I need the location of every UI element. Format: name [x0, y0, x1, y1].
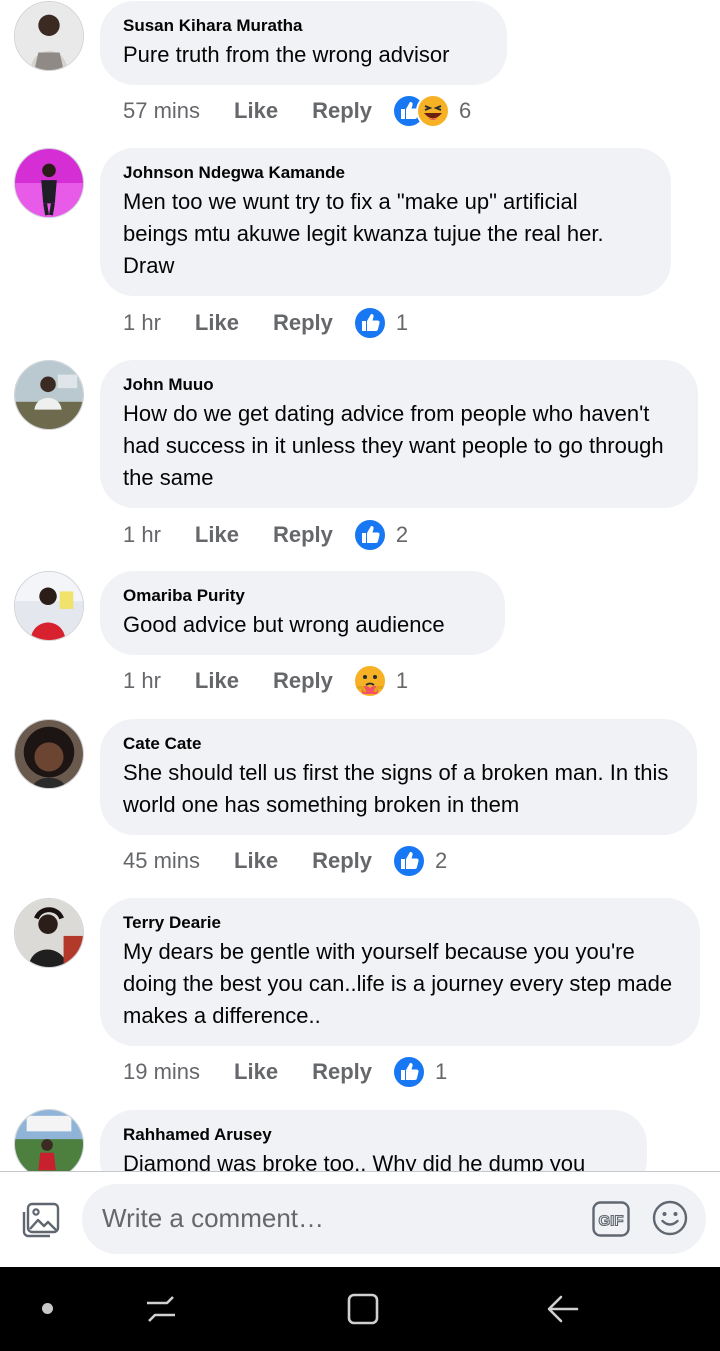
comment-text: Good advice but wrong audience — [123, 612, 445, 637]
reply-action[interactable]: Reply — [312, 98, 372, 124]
comment-meta: 45 mins Like Reply 2 — [123, 843, 447, 879]
comment-text: Pure truth from the wrong advisor — [123, 42, 450, 67]
comment-author[interactable]: Johnson Ndegwa Kamande — [123, 163, 648, 183]
nav-indicator-dot — [42, 1303, 53, 1314]
comment-list: Susan Kihara Muratha Pure truth from the… — [0, 0, 720, 1171]
comment-author[interactable]: Susan Kihara Muratha — [123, 16, 484, 36]
reaction-summary[interactable]: 1 — [392, 1055, 447, 1089]
reaction-summary[interactable]: 2 — [352, 518, 409, 552]
comment-meta: 19 mins Like Reply 1 — [123, 1054, 447, 1090]
comment-author[interactable]: John Muuo — [123, 375, 675, 395]
care-icon — [352, 664, 387, 698]
avatar[interactable] — [14, 360, 84, 430]
comment-text: She should tell us first the signs of a … — [123, 760, 669, 817]
gif-label: GIF — [599, 1213, 624, 1230]
emoji-icon[interactable] — [652, 1200, 688, 1236]
system-navigation-bar — [0, 1267, 720, 1351]
avatar[interactable] — [14, 719, 84, 789]
comment-time[interactable]: 19 mins — [123, 1059, 200, 1085]
comment-bubble[interactable]: Johnson Ndegwa Kamande Men too we wunt t… — [100, 148, 671, 296]
comment-time[interactable]: 1 hr — [123, 668, 161, 694]
like-action[interactable]: Like — [195, 310, 239, 336]
avatar[interactable] — [14, 898, 84, 968]
like-action[interactable]: Like — [195, 668, 239, 694]
haha-icon — [416, 94, 450, 128]
reaction-count: 2 — [435, 848, 448, 873]
comment-bubble[interactable]: Rahhamed Arusey Diamond was broke too.. … — [100, 1110, 647, 1171]
comment-author[interactable]: Terry Dearie — [123, 913, 677, 933]
like-action[interactable]: Like — [234, 98, 278, 124]
reaction-summary[interactable]: 1 — [352, 664, 409, 698]
like-icon — [392, 844, 426, 878]
reply-action[interactable]: Reply — [273, 668, 333, 694]
comment-bubble[interactable]: Terry Dearie My dears be gentle with you… — [100, 898, 700, 1046]
reaction-count: 1 — [395, 310, 409, 335]
avatar[interactable] — [14, 1, 84, 71]
reaction-summary[interactable]: 1 — [352, 306, 409, 340]
comment-text: Men too we wunt try to fix a "make up" a… — [123, 189, 604, 278]
like-action[interactable]: Like — [234, 848, 278, 874]
comment-author[interactable]: Rahhamed Arusey — [123, 1125, 624, 1145]
recent-apps-icon[interactable] — [143, 1291, 179, 1327]
avatar[interactable] — [14, 571, 84, 641]
photo-icon[interactable] — [22, 1202, 60, 1238]
comment-input[interactable]: Write a comment… GIF — [82, 1184, 706, 1254]
comment-time[interactable]: 45 mins — [123, 848, 200, 874]
reaction-summary[interactable]: 2 — [392, 844, 447, 878]
reaction-count: 2 — [395, 522, 409, 547]
comment-time[interactable]: 1 hr — [123, 310, 161, 336]
comment-bubble[interactable]: Cate Cate She should tell us first the s… — [100, 719, 697, 835]
gif-icon[interactable]: GIF — [592, 1201, 630, 1237]
comment-bubble[interactable]: Susan Kihara Muratha Pure truth from the… — [100, 1, 507, 85]
comment-text: Diamond was broke too.. Why did he dump … — [123, 1151, 586, 1171]
comment-meta: 57 mins Like Reply 6 — [123, 93, 471, 129]
like-icon — [352, 306, 387, 340]
reply-action[interactable]: Reply — [312, 848, 372, 874]
like-action[interactable]: Like — [234, 1059, 278, 1085]
comment-composer: Write a comment… GIF — [0, 1172, 720, 1267]
reply-action[interactable]: Reply — [273, 310, 333, 336]
comment-time[interactable]: 57 mins — [123, 98, 200, 124]
reaction-count: 1 — [435, 1059, 448, 1084]
comment-placeholder: Write a comment… — [102, 1203, 325, 1233]
like-action[interactable]: Like — [195, 522, 239, 548]
comment-text: How do we get dating advice from people … — [123, 401, 664, 490]
like-icon — [352, 518, 387, 552]
reaction-summary[interactable]: 6 — [392, 94, 471, 128]
comment-meta: 1 hr Like Reply 1 — [123, 305, 408, 341]
reaction-count: 1 — [395, 668, 409, 693]
avatar[interactable] — [14, 1109, 84, 1171]
comment-time[interactable]: 1 hr — [123, 522, 161, 548]
back-icon[interactable] — [545, 1291, 581, 1327]
comment-bubble[interactable]: John Muuo How do we get dating advice fr… — [100, 360, 698, 508]
comment-author[interactable]: Omariba Purity — [123, 586, 482, 606]
comment-author[interactable]: Cate Cate — [123, 734, 674, 754]
home-icon[interactable] — [345, 1291, 381, 1327]
comment-bubble[interactable]: Omariba Purity Good advice but wrong aud… — [100, 571, 505, 655]
reply-action[interactable]: Reply — [312, 1059, 372, 1085]
comment-meta: 1 hr Like Reply 1 — [123, 663, 408, 699]
reaction-count: 6 — [459, 98, 472, 123]
reply-action[interactable]: Reply — [273, 522, 333, 548]
comment-text: My dears be gentle with yourself because… — [123, 939, 673, 1028]
like-icon — [392, 1055, 426, 1089]
comment-meta: 1 hr Like Reply 2 — [123, 517, 408, 553]
avatar[interactable] — [14, 148, 84, 218]
